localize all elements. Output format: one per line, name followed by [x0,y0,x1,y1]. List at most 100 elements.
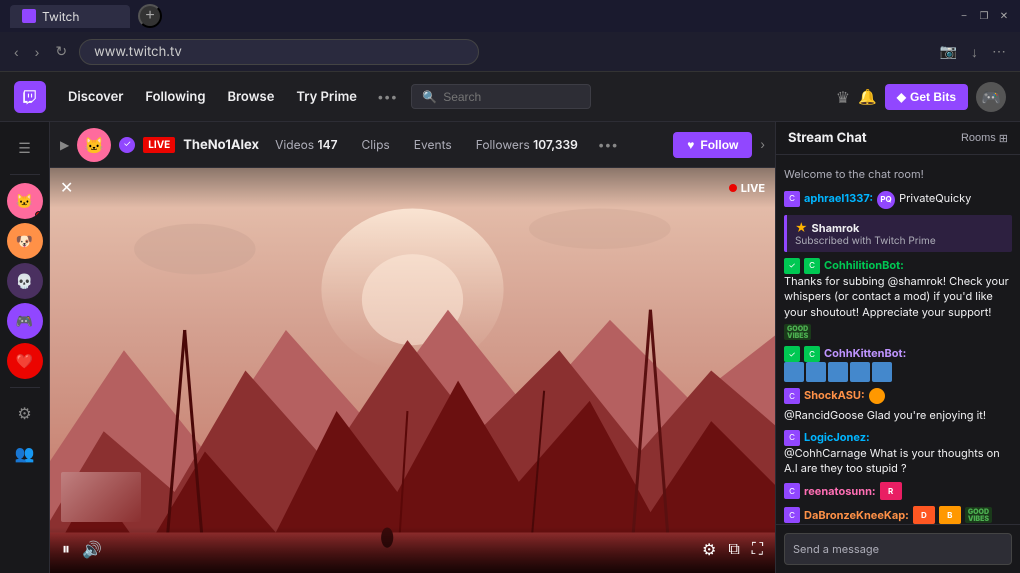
live-indicator: LIVE [729,181,765,195]
follow-label: Follow [700,138,738,152]
window-chrome-left: Twitch + [10,4,162,28]
expand-sidebar-button[interactable]: ▶ [60,138,69,152]
forward-button[interactable]: › [31,40,44,64]
nav-right: ♛ 🔔 ◆ Get Bits 🎮 [836,82,1006,112]
video-close-button[interactable]: ✕ [60,178,73,198]
reload-button[interactable]: ↻ [51,39,71,64]
welcome-message: Welcome to the chat room! [784,163,1012,185]
chat-message-reenatosunn: C reenatosunn: R [784,482,1012,500]
browser-more-button[interactable]: ⋯ [988,39,1010,64]
minimize-button[interactable]: − [958,10,970,22]
sidebar-channel-4[interactable]: 🎮 [7,303,43,339]
good-vibes-emote: GOODVIBES [784,324,811,340]
play-pause-button[interactable]: ⏸ [62,541,70,559]
friends-button[interactable]: 👥 [7,436,43,472]
user-avatar[interactable]: 🎮 [976,82,1006,112]
badge-mod: ✓ [784,258,800,274]
nav-following[interactable]: Following [135,83,215,111]
good-vibes-2: GOODVIBES [965,507,992,523]
followers-tab[interactable]: Followers 107,339 [468,133,586,156]
sidebar-channel-5[interactable]: ❤️ [7,343,43,379]
url-text: www.twitch.tv [94,44,182,60]
channel-content: ▶ 🐱 ✓ LIVE TheNo1Alex Videos 147 Clips E… [50,122,775,573]
fullscreen-button[interactable]: ⛶ [752,541,763,559]
search-box[interactable]: 🔍 [411,84,591,109]
chat-title: Stream Chat [788,130,867,146]
badge-c6: C [784,483,800,499]
emote-welcome-3 [828,362,848,382]
emote-welcome-5 [872,362,892,382]
get-bits-button[interactable]: ◆ Get Bits [885,84,968,110]
chat-messages[interactable]: Welcome to the chat room! C aphrael1337:… [776,155,1020,524]
chat-input-box[interactable]: Send a message [784,533,1012,565]
sidebar-toggle-button[interactable]: ☰ [7,130,43,166]
new-tab-button[interactable]: + [138,4,162,28]
follow-button[interactable]: ♥ Follow [673,132,752,158]
msg-logicjonez: @CohhCarnage What is your thoughts on A.… [784,446,1000,475]
nav-more-button[interactable]: ••• [369,83,405,110]
search-input[interactable] [443,90,580,104]
sidebar-channel-1[interactable]: 🐱 [7,183,43,219]
nav-try-prime[interactable]: Try Prime [286,83,367,111]
sidebar-divider-2 [10,387,40,388]
back-button[interactable]: ‹ [10,40,23,64]
sub-username: Shamrok [812,221,860,235]
main-content: ☰ 🐱 🐶 💀 🎮 ❤️ ⚙ 👥 ▶ 🐱 ✓ LIVE TheNo1Alex [0,122,1020,573]
sub-detail: Subscribed with Twitch Prime [795,235,1004,247]
avatar-reena: R [880,482,902,500]
live-text: LIVE [741,181,765,195]
twitch-logo[interactable] [14,81,46,113]
maximize-button[interactable]: ❐ [978,10,990,22]
video-scene [50,168,775,573]
channel-more-button[interactable]: ••• [594,133,622,156]
chat-message-logicjonez: C LogicJonez: @CohhCarnage What is your … [784,430,1012,477]
video-player[interactable]: ✕ LIVE ⏸ 🔊 ⚙ ⧉ ⛶ [50,168,775,573]
chat-message-bot1: ✓ C CohhilitionBot: Thanks for subbing @… [784,258,1012,340]
clips-tab[interactable]: Clips [354,133,398,156]
channel-avatar[interactable]: 🐱 [77,128,111,162]
chat-input-area: Send a message [776,524,1020,573]
avatar-dabronze: D [913,506,935,524]
channel-name[interactable]: TheNo1Alex [183,137,259,153]
rooms-button[interactable]: Rooms ⊞ [961,132,1008,145]
nav-browse[interactable]: Browse [217,83,284,111]
badge-c3: C [804,346,820,362]
left-sidebar: ☰ 🐱 🐶 💀 🎮 ❤️ ⚙ 👥 [0,122,50,573]
sidebar-channel-3[interactable]: 💀 [7,263,43,299]
badge-c2: C [804,258,820,274]
window-controls: − ❐ ✕ [958,10,1010,22]
thumbnail-preview [61,472,141,522]
chat-panel: Stream Chat Rooms ⊞ Welcome to the chat … [775,122,1020,573]
nav-discover[interactable]: Discover [58,83,133,111]
settings-button[interactable]: ⚙ [702,540,716,560]
video-controls: ⏸ 🔊 ⚙ ⧉ ⛶ [50,527,775,573]
bell-icon[interactable]: 🔔 [858,87,877,106]
live-indicator-1 [35,211,43,219]
emote-welcome-2 [806,362,826,382]
sidebar-channel-2[interactable]: 🐶 [7,223,43,259]
pip-button[interactable]: ⧉ [728,541,739,559]
badge-c7: C [784,507,800,523]
username-shockasu: ShockASU: [804,388,865,403]
camera-button[interactable]: 📷 [936,39,961,64]
crown-icon[interactable]: ♛ [836,87,850,107]
username-logicjonez: LogicJonez: [804,430,870,445]
msg-privatequicky: PrivateQuicky [899,191,971,206]
videos-tab[interactable]: Videos 147 [267,133,345,156]
chat-message-shockasu: C ShockASU: @RancidGoose Glad you're enj… [784,388,1012,423]
settings-button[interactable]: ⚙ [7,396,43,432]
events-tab[interactable]: Events [406,133,460,156]
username-reenatosunn: reenatosunn: [804,484,876,499]
close-button[interactable]: ✕ [998,10,1010,22]
live-dot-icon [729,184,737,192]
get-bits-label: Get Bits [910,90,956,104]
chat-header: Stream Chat Rooms ⊞ [776,122,1020,155]
browser-tab[interactable]: Twitch [10,5,130,28]
chevron-right-icon[interactable]: › [760,137,765,152]
volume-button[interactable]: 🔊 [82,540,102,560]
twitch-tab-icon [22,9,36,23]
download-button[interactable]: ↓ [967,40,982,64]
live-badge: LIVE [143,137,175,153]
address-bar[interactable]: www.twitch.tv [79,39,479,65]
emote-shockasu [869,388,885,404]
